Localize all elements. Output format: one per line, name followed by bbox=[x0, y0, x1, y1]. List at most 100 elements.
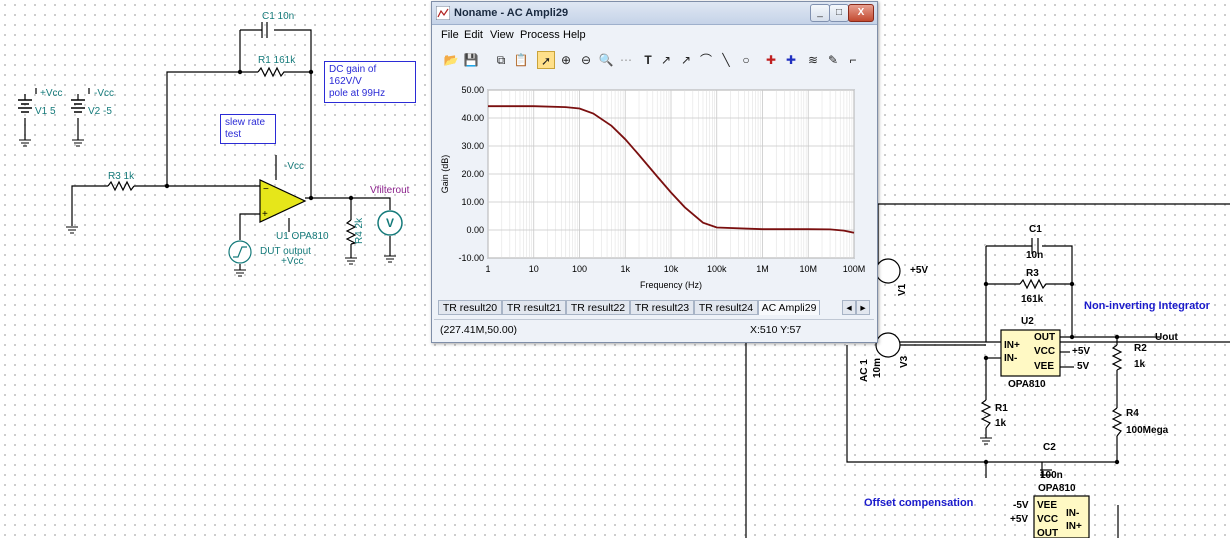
curve-marker-icon[interactable]: ↗ bbox=[677, 51, 695, 69]
u3-pin-out: OUT bbox=[1037, 528, 1059, 539]
x-tick-label: 10M bbox=[799, 264, 817, 274]
line-tool-icon[interactable]: ╲ bbox=[717, 51, 735, 69]
x-tick-label: 10k bbox=[664, 264, 679, 274]
menu-process[interactable]: Process bbox=[520, 29, 560, 41]
y-tick-label: 0.00 bbox=[466, 225, 484, 235]
ac1-value: 10m bbox=[872, 357, 883, 378]
op-pos-supply: +Vcc bbox=[281, 256, 304, 267]
paste-icon[interactable]: 📋 bbox=[512, 51, 530, 69]
y-tick-label: 20.00 bbox=[461, 169, 484, 179]
x-axis-label: Frequency (Hz) bbox=[640, 280, 702, 290]
u3-name: OPA810 bbox=[1038, 483, 1076, 494]
u3-neg-supply: -5V bbox=[1013, 500, 1029, 511]
tab-tr-result20[interactable]: TR result20 bbox=[438, 300, 502, 315]
u3-pin-inn: IN- bbox=[1066, 508, 1080, 519]
c1-right-value: 10n bbox=[1026, 250, 1044, 261]
zoom-out-icon[interactable]: ⊖ bbox=[577, 51, 595, 69]
window-title: Noname - AC Ampli29 bbox=[454, 7, 569, 19]
waveform-icon[interactable]: ≋ bbox=[804, 51, 822, 69]
x-tick-label: 1M bbox=[756, 264, 769, 274]
r4-label: R4 2k bbox=[354, 217, 365, 244]
x-tick-label: 100k bbox=[707, 264, 727, 274]
tab-tr-result22[interactable]: TR result22 bbox=[566, 300, 630, 315]
u2-name: OPA810 bbox=[1008, 379, 1046, 390]
u3-pos-supply: +5V bbox=[1010, 514, 1029, 525]
vcc-pos-label: +Vcc bbox=[40, 88, 63, 99]
r3-label: R3 1k bbox=[108, 171, 135, 182]
r1-label: R1 161k bbox=[258, 55, 296, 66]
zoom-in-icon[interactable]: ⊕ bbox=[557, 51, 575, 69]
cursor-a-icon[interactable]: ✚ bbox=[762, 51, 780, 69]
statusbar: (227.41M,50.00) X:510 Y:57 bbox=[434, 319, 874, 340]
u3-pin-vee: VEE bbox=[1037, 500, 1058, 511]
y-tick-label: 30.00 bbox=[461, 141, 484, 151]
u3-pin-inp: IN+ bbox=[1066, 521, 1082, 532]
maximize-button[interactable]: □ bbox=[829, 4, 849, 22]
u1-label: U1 OPA810 bbox=[276, 231, 329, 242]
r1-right-label: R1 bbox=[995, 403, 1008, 414]
menu-help[interactable]: Help bbox=[563, 29, 586, 41]
u2-vee-value: 5V bbox=[1077, 361, 1090, 372]
y-tick-label: 10.00 bbox=[461, 197, 484, 207]
x-tick-label: 10 bbox=[529, 264, 539, 274]
x-tick-label: 100 bbox=[572, 264, 587, 274]
voltmeter-icon[interactable]: V bbox=[386, 216, 394, 230]
u2-vcc-value: +5V bbox=[1072, 346, 1091, 357]
r3-right-label: R3 bbox=[1026, 268, 1039, 279]
integrator-title: Non-inverting Integrator bbox=[1084, 300, 1210, 312]
status-cursor: X:510 Y:57 bbox=[750, 324, 802, 336]
menu-view[interactable]: View bbox=[490, 29, 514, 41]
offset-comp-title: Offset compensation bbox=[864, 497, 974, 509]
pointer-icon[interactable]: ➚ bbox=[537, 51, 555, 69]
save-icon[interactable]: 💾 bbox=[462, 51, 480, 69]
svg-text:−: − bbox=[263, 184, 269, 195]
tab-tr-result21[interactable]: TR result21 bbox=[502, 300, 566, 315]
menu-file[interactable]: File bbox=[441, 29, 459, 41]
r2-right-label: R2 bbox=[1134, 343, 1147, 354]
tab-ac-ampli29[interactable]: AC Ampli29 bbox=[758, 300, 820, 315]
zoom-100-icon[interactable]: 🔍 bbox=[597, 51, 615, 69]
y-tick-label: 50.00 bbox=[461, 85, 484, 95]
open-folder-icon[interactable]: 📂 bbox=[442, 51, 460, 69]
tab-tr-result23[interactable]: TR result23 bbox=[630, 300, 694, 315]
tab-tr-result24[interactable]: TR result24 bbox=[694, 300, 758, 315]
dc-gain-note[interactable]: DC gain of 162V/V pole at 99Hz bbox=[324, 61, 416, 103]
vcc-neg-label: -Vcc bbox=[94, 88, 114, 99]
bode-chart-svg: 1 10 100 1k 10k 100k 1M 10M 100M 50.00 40.00 30.00 2… bbox=[440, 85, 866, 290]
u2-label: U2 bbox=[1021, 316, 1034, 327]
copy-icon[interactable]: ⧉ bbox=[492, 51, 510, 69]
circle-tool-icon[interactable]: ○ bbox=[737, 51, 755, 69]
x-tick-label: 100M bbox=[843, 264, 866, 274]
tab-scroll-right[interactable]: ▸ bbox=[856, 300, 870, 315]
slope-icon[interactable]: ⌐ bbox=[844, 51, 862, 69]
curve-zoom-icon[interactable]: ⌒ bbox=[697, 51, 715, 69]
grid-icon[interactable]: ⋯ bbox=[617, 51, 635, 69]
text-tool-icon[interactable]: T bbox=[639, 51, 657, 69]
u2-pin-inp: IN+ bbox=[1004, 340, 1020, 351]
ac-analysis-window[interactable]: Noname - AC Ampli29 _ □ X File Edit View… bbox=[431, 1, 878, 343]
app-icon bbox=[436, 6, 450, 20]
probe-icon[interactable]: ✎ bbox=[824, 51, 842, 69]
window-titlebar[interactable]: Noname - AC Ampli29 _ □ X bbox=[432, 2, 877, 25]
y-tick-label: 40.00 bbox=[461, 113, 484, 123]
ac1-label: AC 1 bbox=[859, 359, 870, 382]
v1-right-value: +5V bbox=[910, 265, 929, 276]
y-axis-label: Gain (dB) bbox=[440, 155, 450, 194]
menubar: File Edit View Process Help bbox=[432, 26, 877, 44]
slew-rate-note[interactable]: slew rate test bbox=[220, 114, 276, 144]
v1-label: V1 5 bbox=[35, 106, 56, 117]
r4-right-label: R4 bbox=[1126, 408, 1139, 419]
tab-scroll-left[interactable]: ◂ bbox=[842, 300, 856, 315]
u2-pin-vcc: VCC bbox=[1034, 346, 1056, 357]
r2-right-value: 1k bbox=[1134, 359, 1146, 370]
r4-right-value: 100Mega bbox=[1126, 425, 1169, 436]
y-tick-label: -10.00 bbox=[458, 253, 484, 263]
minimize-button[interactable]: _ bbox=[810, 4, 830, 22]
menu-edit[interactable]: Edit bbox=[464, 29, 483, 41]
c1-label: C1 10n bbox=[262, 11, 295, 22]
curve-label-icon[interactable]: ↗ bbox=[657, 51, 675, 69]
cursor-b-icon[interactable]: ✚ bbox=[782, 51, 800, 69]
bode-plot[interactable]: 1 10 100 1k 10k 100k 1M 10M 100M 50.00 40.00 30.00 2… bbox=[434, 78, 874, 296]
close-button[interactable]: X bbox=[848, 4, 874, 22]
status-coords: (227.41M,50.00) bbox=[440, 324, 518, 336]
